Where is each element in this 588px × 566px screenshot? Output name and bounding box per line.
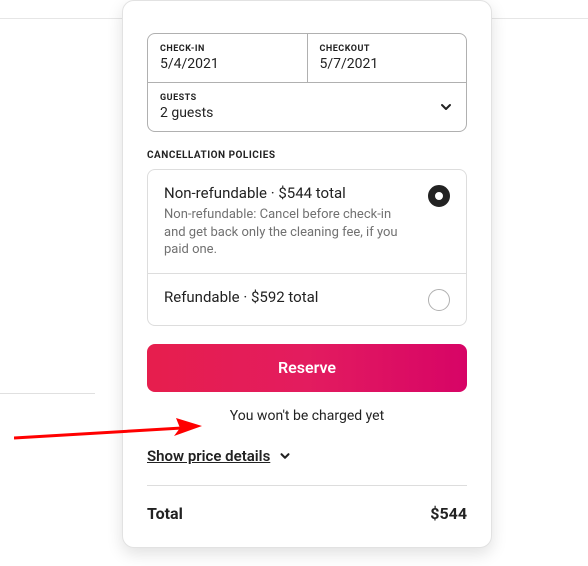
show-price-details-toggle[interactable]: Show price details (147, 447, 292, 465)
total-value: $544 (430, 504, 467, 523)
dates-guests-group: CHECK-IN 5/4/2021 CHECKOUT 5/7/2021 GUES… (147, 33, 467, 132)
checkin-value: 5/4/2021 (160, 56, 295, 72)
policy-text: Non-refundable · $544 total Non-refundab… (164, 184, 404, 259)
radio-selected-icon (428, 185, 450, 207)
charge-note: You won't be charged yet (147, 408, 467, 424)
cancellation-policies: Non-refundable · $544 total Non-refundab… (147, 169, 467, 326)
booking-card: CHECK-IN 5/4/2021 CHECKOUT 5/7/2021 GUES… (122, 0, 492, 548)
show-details-label: Show price details (147, 447, 270, 465)
checkout-field[interactable]: CHECKOUT 5/7/2021 (308, 34, 467, 82)
policy-description: Non-refundable: Cancel before check-in a… (164, 206, 404, 259)
policy-title: Refundable · $592 total (164, 288, 318, 306)
policy-text: Refundable · $592 total (164, 288, 318, 310)
policy-option-nonrefundable[interactable]: Non-refundable · $544 total Non-refundab… (148, 170, 466, 273)
checkin-field[interactable]: CHECK-IN 5/4/2021 (148, 34, 308, 82)
policy-title: Non-refundable · $544 total (164, 184, 404, 202)
reserve-button[interactable]: Reserve (147, 344, 467, 392)
guests-field[interactable]: GUESTS 2 guests (148, 82, 466, 131)
total-label: Total (147, 504, 183, 523)
divider (147, 485, 467, 486)
policy-option-refundable[interactable]: Refundable · $592 total (148, 273, 466, 325)
policies-section-label: CANCELLATION POLICIES (147, 150, 467, 161)
chevron-down-icon (438, 99, 454, 115)
guests-text: GUESTS 2 guests (160, 93, 213, 121)
checkout-value: 5/7/2021 (320, 56, 455, 72)
dates-row: CHECK-IN 5/4/2021 CHECKOUT 5/7/2021 (148, 34, 466, 82)
checkout-label: CHECKOUT (320, 44, 455, 54)
checkin-label: CHECK-IN (160, 44, 295, 54)
chevron-down-icon (278, 449, 292, 463)
reserve-label: Reserve (278, 358, 336, 377)
guests-value: 2 guests (160, 105, 213, 121)
radio-unselected-icon (428, 289, 450, 311)
total-row: Total $544 (147, 504, 467, 523)
guests-label: GUESTS (160, 93, 213, 103)
